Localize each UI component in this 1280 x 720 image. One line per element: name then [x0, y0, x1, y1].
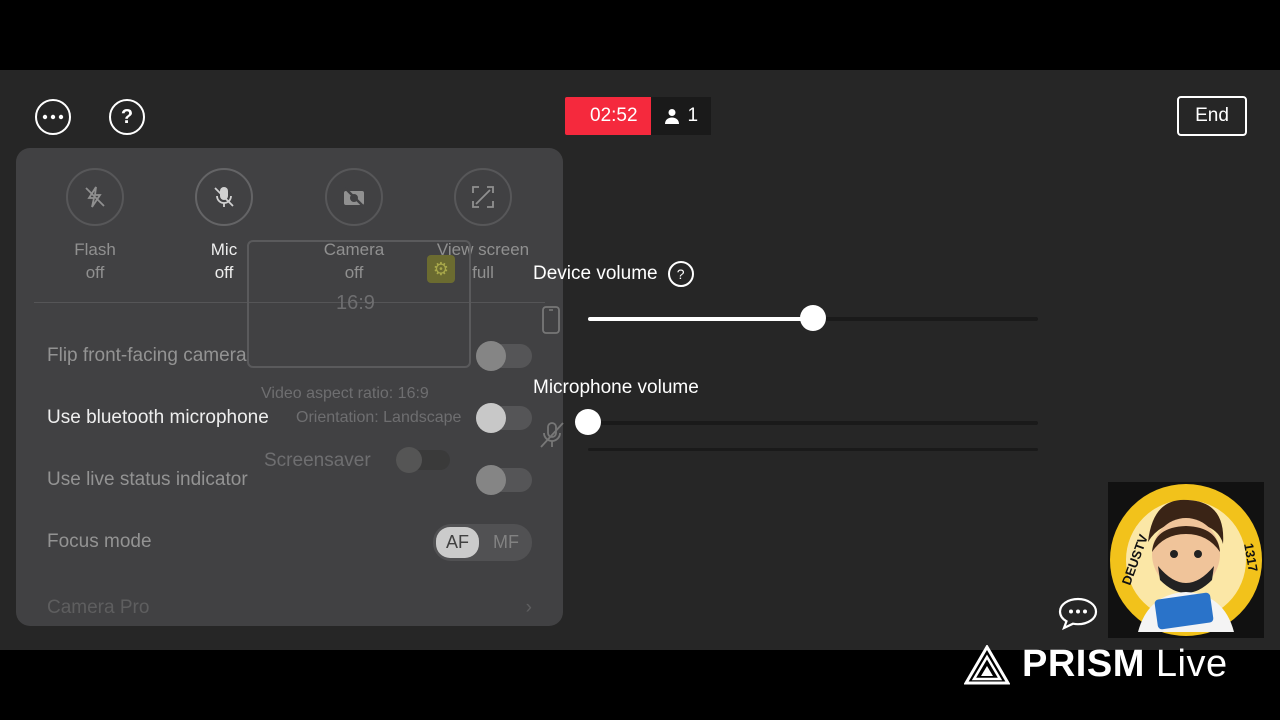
ghost-gear-icon: ⚙	[427, 255, 455, 283]
device-volume-help-icon[interactable]: ?	[667, 261, 694, 287]
help-button[interactable]: ?	[109, 99, 145, 135]
chevron-right-icon: ›	[525, 597, 532, 618]
flash-state: off	[85, 263, 105, 282]
device-volume-title: Device volume?	[533, 261, 694, 287]
ghost-orientation-line: Orientation: Landscape	[296, 409, 462, 426]
focus-mode-label: Focus mode	[47, 531, 152, 552]
camera-pro-row[interactable]: Camera Pro ›	[47, 588, 532, 626]
more-horizontal-icon	[42, 114, 64, 120]
live-status-bar: 02:52 1	[565, 97, 712, 135]
phone-icon	[540, 306, 562, 339]
viewer-count-value: 1	[687, 105, 699, 126]
prism-wordmark: PRISM	[1022, 643, 1145, 685]
live-timer: 02:52	[565, 97, 651, 135]
mic-volume-slider[interactable]	[575, 409, 1038, 435]
fullscreen-icon	[454, 168, 512, 226]
streamer-avatar: DEUSTV 1317	[1108, 482, 1264, 638]
flash-label: Flash	[74, 240, 116, 259]
device-volume-thumb[interactable]	[800, 305, 826, 331]
bluetooth-mic-switch[interactable]	[476, 403, 532, 433]
mic-level-meter	[588, 448, 1038, 451]
device-volume-fill	[588, 317, 813, 321]
focus-mf-option[interactable]: MF	[483, 527, 529, 558]
chat-bubble-icon	[1058, 597, 1098, 631]
viewer-count: 1	[650, 97, 712, 135]
bluetooth-mic-label: Use bluetooth microphone	[47, 407, 269, 428]
focus-mode-row: Focus mode AF MF	[47, 522, 532, 562]
ghost-ratio-text: 16:9	[336, 292, 375, 314]
mic-muted-icon	[538, 420, 566, 455]
prism-logo-icon	[964, 644, 1010, 684]
device-volume-label: Device volume	[533, 263, 658, 285]
flash-toggle[interactable]: Flash off	[40, 168, 150, 284]
more-options-button[interactable]	[35, 99, 71, 135]
device-volume-slider[interactable]	[588, 305, 1038, 331]
ghost-screensaver-switch	[396, 447, 450, 473]
live-status-switch[interactable]	[476, 465, 532, 495]
mic-volume-thumb[interactable]	[575, 409, 601, 435]
live-status-label: Use live status indicator	[47, 469, 248, 490]
end-stream-button[interactable]: End	[1177, 96, 1247, 136]
chat-button[interactable]	[1058, 597, 1098, 631]
camera-pro-label: Camera Pro	[47, 597, 150, 618]
mic-off-icon	[195, 168, 253, 226]
focus-af-option[interactable]: AF	[435, 526, 479, 558]
live-wordmark: Live	[1155, 643, 1228, 685]
focus-mode-selector[interactable]: AF MF	[432, 523, 532, 561]
camera-off-icon	[325, 168, 383, 226]
flip-camera-switch[interactable]	[476, 341, 532, 371]
ghost-screensaver-label: Screensaver	[264, 450, 371, 471]
help-icon: ?	[120, 105, 134, 128]
person-icon	[664, 109, 679, 124]
mic-volume-label: Microphone volume	[533, 377, 699, 398]
prism-live-logo: PRISM Live	[964, 643, 1228, 686]
flash-off-icon	[66, 168, 124, 226]
ghost-aspect-line: Video aspect ratio: 16:9	[261, 385, 429, 402]
flip-camera-label: Flip front-facing camera	[47, 345, 247, 366]
